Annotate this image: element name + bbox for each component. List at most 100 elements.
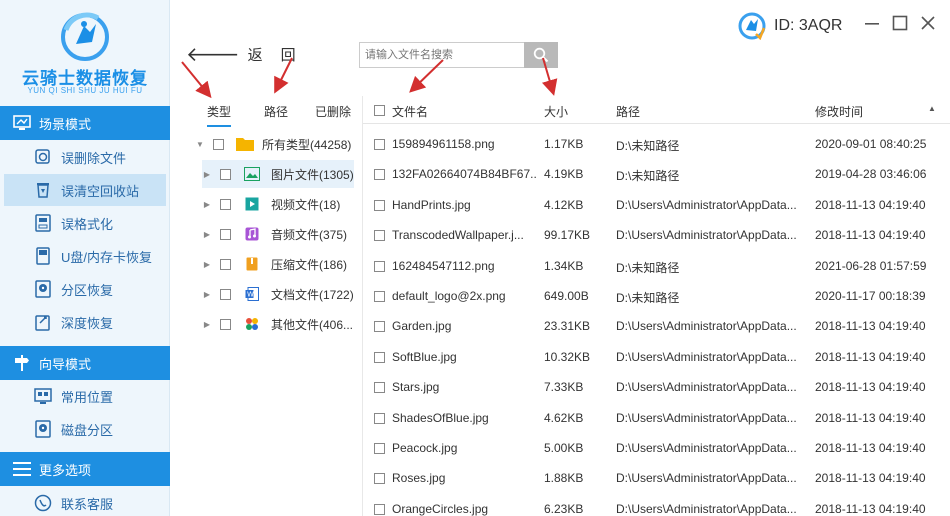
category-all[interactable]: ▼ 所有类型(44258) xyxy=(195,130,355,158)
nav-item-recycle-bin[interactable]: 误清空回收站 xyxy=(4,174,166,206)
row-checkbox[interactable] xyxy=(374,321,385,333)
table-row[interactable]: ShadesOfBlue.jpg 4.62KB D:\Users\Administr… xyxy=(363,403,950,433)
cell-mtime: 2021-06-28 01:57:59 xyxy=(815,258,927,273)
checkbox[interactable] xyxy=(220,318,231,330)
expand-icon[interactable]: ▶ xyxy=(202,260,212,269)
expand-icon[interactable]: ▶ xyxy=(202,170,212,179)
nav-item-deleted-files[interactable]: 误删除文件 xyxy=(4,141,166,173)
cell-mtime: 2018-11-13 04:19:40 xyxy=(815,380,926,395)
expand-icon[interactable]: ▶ xyxy=(202,230,212,239)
table-row[interactable]: Peacock.jpg 5.00KB D:\Users\Administrator\… xyxy=(363,433,950,463)
search-button[interactable] xyxy=(524,42,558,68)
category-documents[interactable]: ▶ W 文档文件(1722) xyxy=(202,280,362,308)
category-images[interactable]: ▶ 图片文件(1305) xyxy=(202,160,354,188)
sidebar: 云骑士数据恢复 YUN QI SHI SHU JU HUI FU 场景模式 误删… xyxy=(0,0,170,516)
sort-asc-icon[interactable]: ▲ xyxy=(928,104,936,113)
checkbox[interactable] xyxy=(213,138,224,150)
col-header-path[interactable]: 路径 xyxy=(616,103,640,120)
close-button[interactable] xyxy=(919,14,937,32)
section-more-options[interactable]: 更多选项 xyxy=(0,452,170,486)
nav-item-label: 误清空回收站 xyxy=(61,183,140,199)
row-checkbox[interactable] xyxy=(374,230,385,242)
table-row[interactable]: Stars.jpg 7.33KB D:\Users\Administrator\Ap… xyxy=(363,372,950,402)
row-checkbox[interactable] xyxy=(374,199,385,211)
deep-recovery-icon xyxy=(33,312,53,332)
cell-name: Garden.jpg xyxy=(392,319,452,334)
table-row[interactable]: HandPrints.jpg 4.12KB D:\Users\Administrat… xyxy=(363,190,950,220)
cell-name: OrangeCircles.jpg xyxy=(392,501,489,516)
checkbox[interactable] xyxy=(220,228,231,240)
nav-item-disk-partition[interactable]: 磁盘分区 xyxy=(4,413,166,445)
tab-deleted[interactable]: 已删除 xyxy=(315,103,351,127)
cell-size: 6.23KB xyxy=(544,501,584,516)
tab-type[interactable]: 类型 xyxy=(207,103,232,127)
nav-item-usb-card[interactable]: U盘/内存卡恢复 xyxy=(4,240,166,272)
cell-mtime: 2018-11-13 04:19:40 xyxy=(815,319,926,334)
nav-item-partition[interactable]: 分区恢复 xyxy=(4,273,166,305)
table-row[interactable]: Roses.jpg 1.88KB D:\Users\Administrator\Ap… xyxy=(363,463,950,493)
row-checkbox[interactable] xyxy=(374,291,385,302)
table-row[interactable]: 132FA02664074B84BF67... 4.19KB D:\未知路径 2019… xyxy=(363,159,950,189)
tab-path[interactable]: 路径 xyxy=(264,103,288,127)
checkbox[interactable] xyxy=(220,168,231,180)
table-row[interactable]: 162484547112.png 1.34KB D:\未知路径 2021-06-28 … xyxy=(363,251,950,281)
select-all-checkbox[interactable] xyxy=(374,105,385,116)
minimize-button[interactable] xyxy=(863,14,881,32)
user-id-badge[interactable]: ID: 3AQR xyxy=(738,12,842,40)
checkbox[interactable] xyxy=(220,288,231,300)
cell-name: SoftBlue.jpg xyxy=(392,349,457,364)
maximize-button[interactable] xyxy=(891,14,909,32)
table-row[interactable]: default_logo@2x.png 649.00B D:\未知路径 2020-11… xyxy=(363,281,950,311)
back-button[interactable]: 🡐 返回 xyxy=(186,42,314,67)
cell-mtime: 2018-11-13 04:19:40 xyxy=(815,410,926,425)
nav-item-deep-recovery[interactable]: 深度恢复 xyxy=(4,306,166,338)
format-disk-icon xyxy=(33,213,53,233)
row-checkbox[interactable] xyxy=(374,351,385,363)
row-checkbox[interactable] xyxy=(374,260,385,272)
expand-icon[interactable]: ▶ xyxy=(202,200,212,209)
expand-icon[interactable]: ▶ xyxy=(202,290,212,299)
col-header-mtime[interactable]: 修改时间 xyxy=(815,103,863,120)
expand-icon[interactable]: ▼ xyxy=(195,140,205,149)
maximize-icon xyxy=(892,15,908,31)
cell-name: ShadesOfBlue.jpg xyxy=(392,410,489,425)
nav-item-format[interactable]: 误格式化 xyxy=(4,207,166,239)
expand-icon[interactable]: ▶ xyxy=(202,320,212,329)
nav-item-common-location[interactable]: 常用位置 xyxy=(4,380,166,412)
cell-path: D:\Users\Administrator\AppData... xyxy=(616,319,797,334)
row-checkbox[interactable] xyxy=(374,412,385,424)
cell-path: D:\Users\Administrator\AppData... xyxy=(616,380,797,395)
cell-mtime: 2020-11-17 00:18:39 xyxy=(815,289,926,303)
knight-logo-icon xyxy=(61,12,109,61)
nav-item-customer-service[interactable]: 联系客服 xyxy=(4,487,166,516)
user-logo-icon xyxy=(738,12,766,40)
table-row[interactable]: SoftBlue.jpg 10.32KB D:\Users\Administrato… xyxy=(363,342,950,372)
category-archives[interactable]: ▶ 压缩文件(186) xyxy=(202,250,362,278)
row-checkbox[interactable] xyxy=(374,503,385,515)
section-wizard-mode[interactable]: 向导模式 xyxy=(0,346,170,380)
monitor-icon xyxy=(12,114,32,132)
cell-path: D:\未知路径 xyxy=(616,291,680,305)
row-checkbox[interactable] xyxy=(374,139,385,150)
cell-path: D:\Users\Administrator\AppData... xyxy=(616,228,797,243)
cell-size: 99.17KB xyxy=(544,228,591,243)
row-checkbox[interactable] xyxy=(374,382,385,394)
row-checkbox[interactable] xyxy=(374,443,385,454)
table-row[interactable]: TranscodedWallpaper.j... 99.17KB D:\Users\… xyxy=(363,220,950,250)
category-audio[interactable]: ▶ 音频文件(375) xyxy=(202,220,362,248)
row-checkbox[interactable] xyxy=(374,473,385,485)
cell-name: default_logo@2x.png xyxy=(392,289,506,303)
row-checkbox[interactable] xyxy=(374,169,385,181)
cell-path: D:\未知路径 xyxy=(616,260,680,275)
table-row[interactable]: Garden.jpg 23.31KB D:\Users\Administrator\… xyxy=(363,311,950,341)
search-input[interactable] xyxy=(359,42,524,68)
category-videos[interactable]: ▶ 视频文件(18) xyxy=(202,190,362,218)
col-header-size[interactable]: 大小 xyxy=(544,103,568,120)
table-row[interactable]: 159894961158.png 1.17KB D:\未知路径 2020-09-01 … xyxy=(363,129,950,159)
section-scene-mode[interactable]: 场景模式 xyxy=(0,106,170,140)
col-header-name[interactable]: 文件名 xyxy=(392,103,428,120)
table-row[interactable]: OrangeCircles.jpg 6.23KB D:\Users\Administ… xyxy=(363,494,950,516)
checkbox[interactable] xyxy=(220,258,231,270)
checkbox[interactable] xyxy=(220,198,231,210)
category-other[interactable]: ▶ 其他文件(406... xyxy=(202,310,362,338)
